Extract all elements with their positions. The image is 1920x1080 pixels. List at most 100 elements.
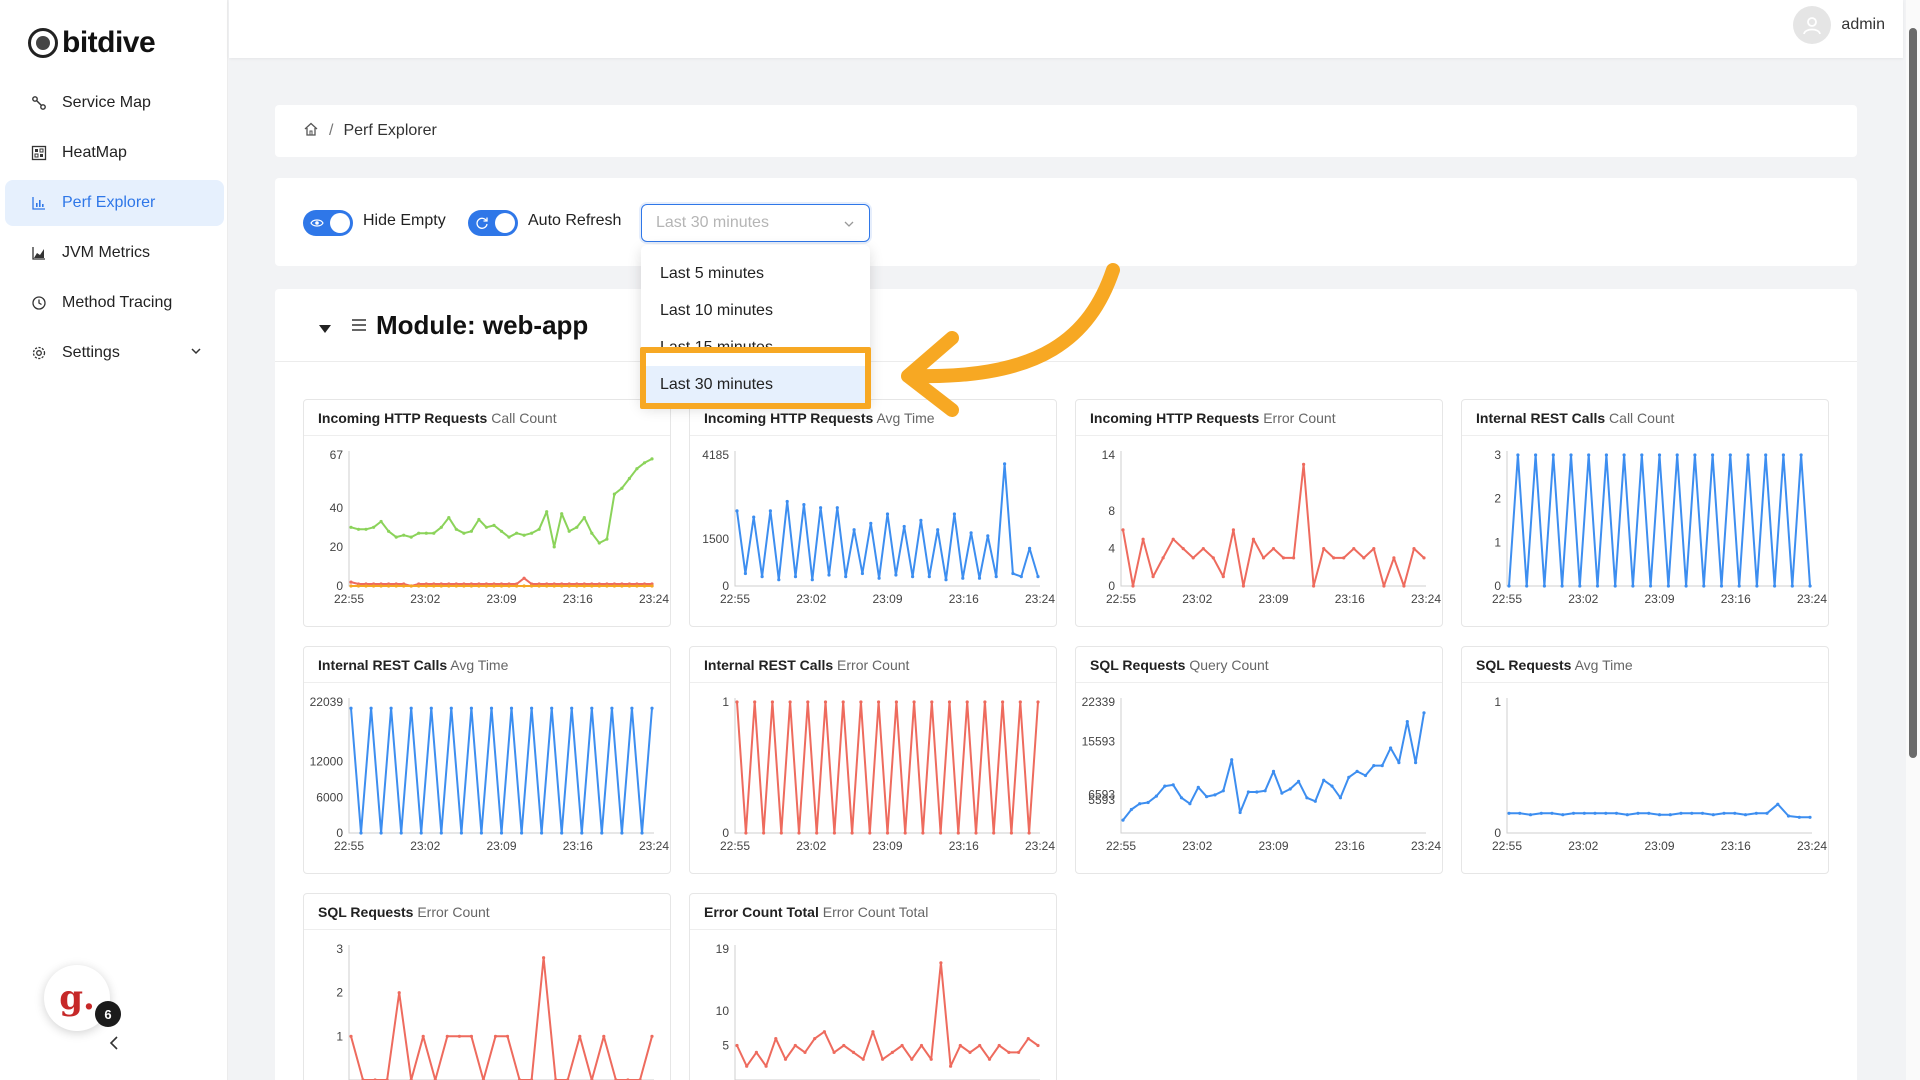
chart-title: Error Count Total <box>704 904 819 920</box>
collapse-sidebar-button[interactable] <box>104 1033 124 1053</box>
time-range-select[interactable]: Last 30 minutes <box>641 204 870 242</box>
data-point <box>992 831 996 835</box>
data-point <box>1028 546 1032 550</box>
area-chart-icon <box>30 244 48 262</box>
data-point <box>1595 584 1600 588</box>
data-point <box>499 584 504 588</box>
data-point <box>1690 811 1694 815</box>
chart-plot: 55936593155932233922:55 23:02 23:09 23:16 23… <box>1082 695 1442 853</box>
data-point <box>457 1034 461 1038</box>
x-tick-label: 23:16 <box>949 839 979 853</box>
series-line <box>736 701 1039 834</box>
data-point <box>397 991 401 995</box>
data-point <box>1009 831 1013 835</box>
data-point <box>1640 453 1644 457</box>
data-point <box>515 584 519 588</box>
data-point <box>885 512 890 516</box>
y-tick-label: 0 <box>722 826 729 840</box>
sidebar-item-settings[interactable]: Settings <box>5 330 224 376</box>
controls-panel: Hide Empty Auto Refresh Last 30 minutes <box>275 178 1857 266</box>
data-point <box>1799 453 1803 457</box>
data-point <box>520 831 524 835</box>
data-point <box>1631 584 1635 588</box>
data-point <box>983 700 987 704</box>
chevron-down-icon[interactable] <box>190 344 202 362</box>
sidebar-item-perf-explorer[interactable]: Perf Explorer <box>5 180 224 226</box>
chart-card: Incoming HTTP Requests Error Count 0 4 8 14 2… <box>1075 399 1443 627</box>
data-point <box>1297 779 1301 783</box>
caret-down-icon[interactable] <box>318 321 332 339</box>
data-point <box>570 706 574 710</box>
auto-refresh-toggle[interactable] <box>468 210 518 236</box>
sidebar-item-label: Service Map <box>62 94 151 111</box>
data-point <box>627 584 631 588</box>
data-point <box>1507 811 1511 815</box>
home-icon[interactable] <box>303 121 319 142</box>
data-point <box>560 584 564 588</box>
series-line <box>1122 712 1425 821</box>
data-point <box>803 1050 807 1054</box>
y-tick-label: 67 <box>330 448 344 462</box>
data-point <box>1138 802 1142 806</box>
data-point <box>1003 462 1007 466</box>
heatmap-icon <box>30 144 48 162</box>
menu-icon[interactable] <box>350 316 368 339</box>
data-point <box>1569 453 1573 457</box>
logo[interactable]: bitdive <box>28 26 156 60</box>
chart-card: Incoming HTTP Requests Call Count 0 20 40 67… <box>303 399 671 627</box>
data-point <box>1372 547 1376 551</box>
sidebar-item-service-map[interactable]: Service Map <box>5 80 224 126</box>
data-point <box>349 584 353 588</box>
data-point <box>409 535 413 539</box>
hide-empty-toggle[interactable] <box>303 210 353 236</box>
data-point <box>1246 790 1250 794</box>
breadcrumb: / Perf Explorer <box>275 105 1857 157</box>
sidebar-item-heatmap[interactable]: HeatMap <box>5 130 224 176</box>
data-point <box>1271 769 1276 773</box>
data-point <box>1163 784 1167 788</box>
data-point <box>1330 784 1334 788</box>
chart-subtitle: Error Count <box>417 904 490 920</box>
data-point <box>911 575 915 579</box>
data-point <box>650 457 654 461</box>
refresh-icon <box>475 216 489 235</box>
data-point <box>445 1034 449 1038</box>
y-tick-label: 4 <box>1108 542 1115 556</box>
data-point <box>605 537 609 541</box>
data-point <box>484 584 488 588</box>
dropdown-option-last-5-minutes[interactable]: Last 5 minutes <box>641 255 870 292</box>
x-tick-label: 23:16 <box>1335 839 1365 853</box>
data-point <box>1797 815 1801 819</box>
x-tick-label: 23:02 <box>1568 839 1598 853</box>
scrollbar[interactable] <box>1906 0 1920 1080</box>
data-point <box>560 831 564 835</box>
data-point <box>844 575 848 579</box>
data-point <box>822 1030 826 1034</box>
scrollbar-thumb[interactable] <box>1909 28 1917 758</box>
dropdown-option-last-10-minutes[interactable]: Last 10 minutes <box>641 292 870 329</box>
topbar: admin <box>229 0 1903 58</box>
chart-header: SQL Requests Avg Time <box>1462 647 1828 683</box>
data-point <box>597 584 601 588</box>
data-point <box>912 700 916 704</box>
x-tick-label: 23:09 <box>872 592 902 606</box>
data-point <box>1380 764 1384 768</box>
user-menu[interactable]: admin <box>1793 6 1885 44</box>
x-tick-label: 22:55 <box>334 592 364 606</box>
data-point <box>1312 584 1316 588</box>
x-tick-label: 22:55 <box>1106 592 1136 606</box>
data-point <box>462 584 466 588</box>
data-point <box>921 831 925 835</box>
data-point <box>944 578 948 582</box>
sidebar-item-method-tracing[interactable]: Method Tracing <box>5 280 224 326</box>
x-tick-label: 23:02 <box>1568 592 1598 606</box>
y-tick-label: 0 <box>1494 826 1501 840</box>
data-point <box>869 521 873 525</box>
data-point <box>364 527 368 531</box>
data-point <box>1280 791 1284 795</box>
data-point <box>469 706 473 710</box>
breadcrumb-separator: / <box>329 122 334 139</box>
sidebar-item-label: JVM Metrics <box>62 244 150 261</box>
sidebar-item-jvm-metrics[interactable]: JVM Metrics <box>5 230 224 276</box>
data-point <box>1593 811 1597 815</box>
